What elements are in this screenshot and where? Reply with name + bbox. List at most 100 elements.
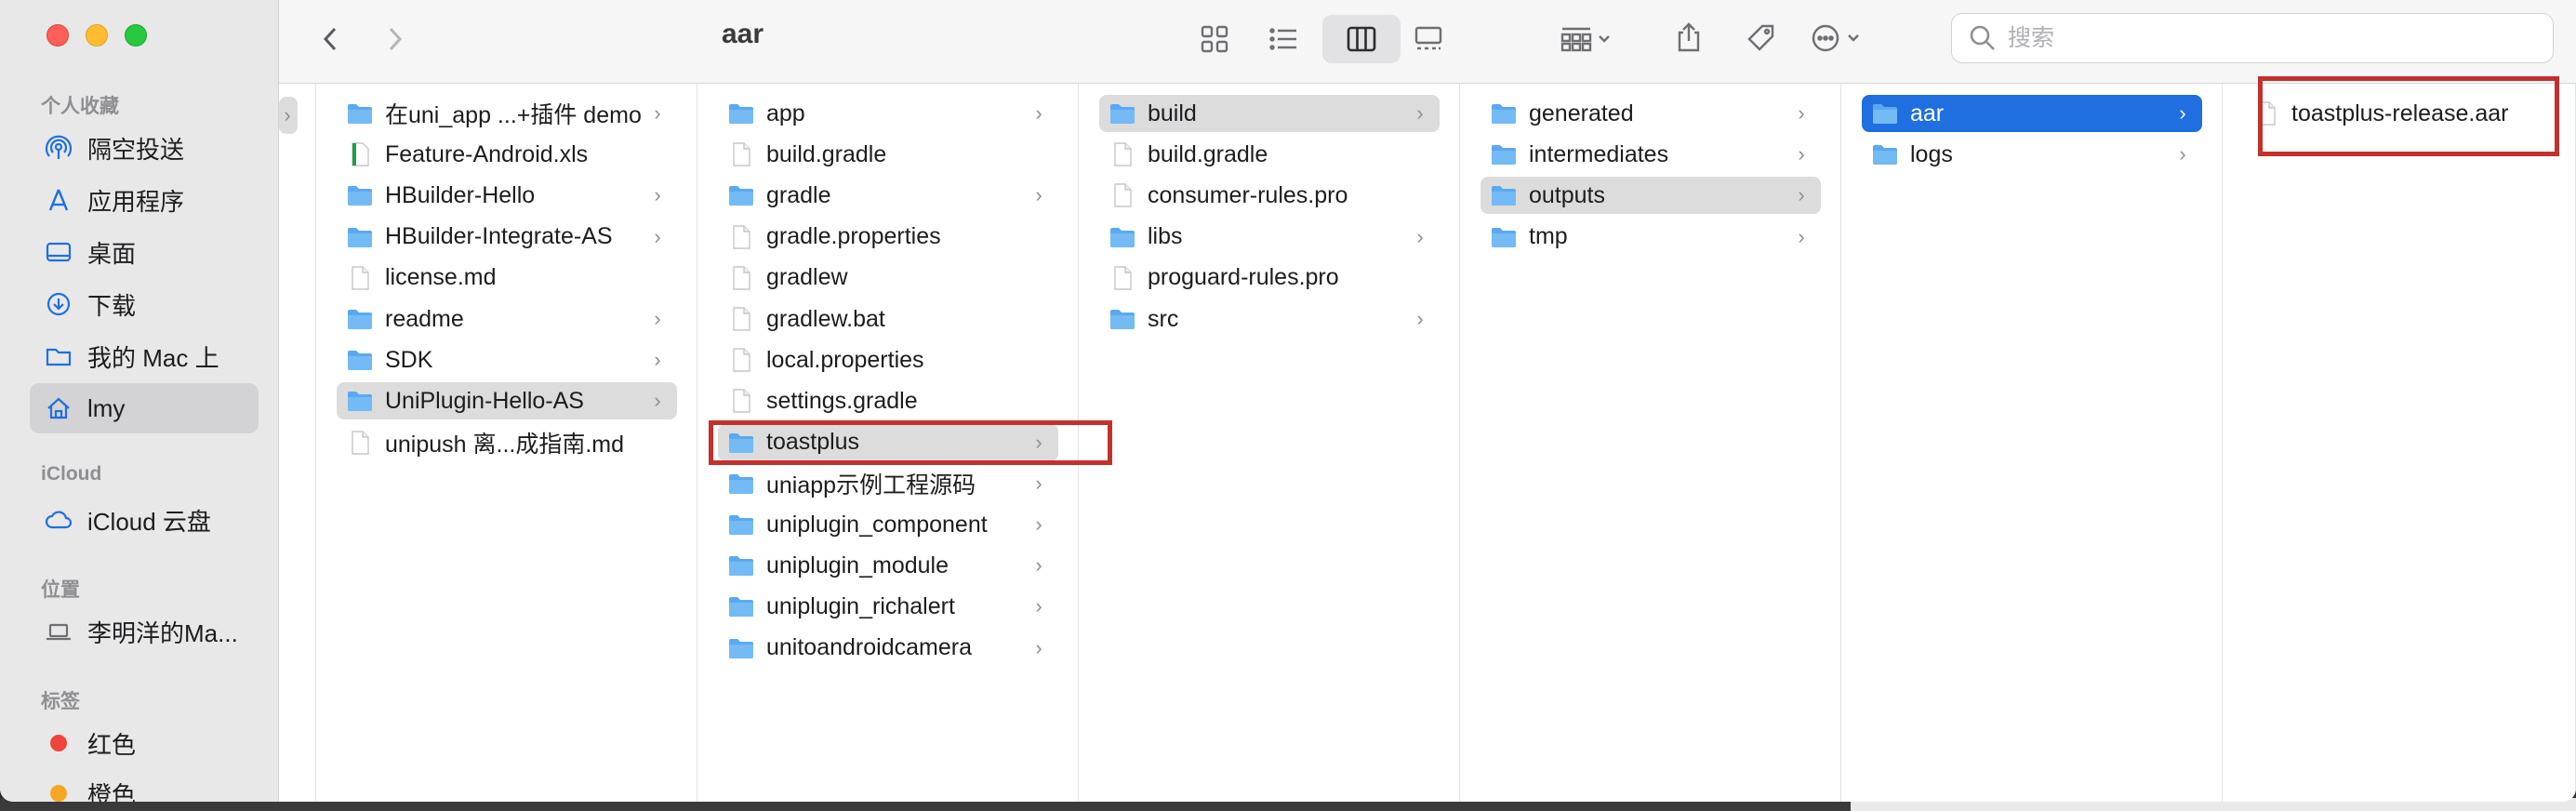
folder-icon (1492, 227, 1516, 247)
folder-item[interactable]: HBuilder-Integrate-AS › (337, 219, 677, 256)
folder-item[interactable]: uniapp示例工程源码 › (718, 465, 1058, 502)
sidebar-item-label: 橙色 (87, 780, 137, 803)
search-field[interactable] (1951, 13, 2554, 63)
finder-window: 个人收藏 隔空投送 应用程序 桌面 下载 我的 Mac 上 lmy iCloud (0, 0, 2576, 802)
applications-icon (43, 184, 74, 216)
item-name: build.gradle (1148, 140, 1268, 167)
sidebar-item-applications[interactable]: 应用程序 (30, 175, 259, 225)
item-name: Feature-Android.xls (385, 140, 589, 167)
column-view-button[interactable] (1322, 15, 1401, 63)
folder-item[interactable]: readme › (337, 300, 677, 338)
highlight-box-aar-file (2258, 76, 2559, 156)
folder-item[interactable]: uniplugin_component › (718, 506, 1058, 543)
sidebar-item-tag-red[interactable]: 红色 (30, 718, 259, 768)
tag-icon (1747, 24, 1774, 51)
file-item[interactable]: gradle.properties (718, 219, 1058, 256)
folder-icon (1873, 104, 1897, 124)
folder-item[interactable]: outputs › (1481, 177, 1821, 215)
folder-item[interactable]: uniplugin_richalert › (718, 588, 1058, 625)
file-item[interactable]: consumer-rules.pro (1099, 177, 1440, 214)
folder-item[interactable]: generated › (1481, 95, 1821, 132)
list-view-button[interactable] (1263, 19, 1304, 60)
file-item[interactable]: unipush 离...成指南.md (337, 424, 677, 461)
file-item[interactable]: build.gradle (718, 136, 1058, 173)
close-window-button[interactable] (46, 24, 69, 47)
chevron-right-icon: › (1035, 471, 1042, 495)
locations-header: 位置 (41, 579, 80, 601)
folder-icon (729, 597, 753, 618)
home-icon (43, 392, 74, 424)
tag-button[interactable] (1741, 17, 1782, 60)
desktop-icon (43, 236, 74, 268)
chevron-right-icon: › (654, 307, 661, 330)
folder-item[interactable]: app › (718, 95, 1058, 132)
sidebar-item-airdrop[interactable]: 隔空投送 (30, 123, 259, 173)
folder-item[interactable]: UniPlugin-Hello-AS › (337, 382, 677, 420)
folder-item[interactable]: intermediates › (1481, 136, 1821, 173)
item-name: local.properties (766, 346, 924, 373)
folder-item[interactable]: aar › (1862, 95, 2202, 132)
file-item[interactable]: local.properties (718, 341, 1058, 379)
folder-icon (1492, 145, 1516, 166)
folder-item[interactable]: gradle › (718, 177, 1058, 214)
sidebar-item-home[interactable]: lmy (30, 383, 259, 433)
item-name: gradlew.bat (766, 305, 885, 332)
downloads-icon (43, 288, 74, 320)
folder-icon (1110, 310, 1135, 329)
folder-icon (1492, 104, 1516, 124)
file-item[interactable]: settings.gradle (718, 382, 1058, 419)
chevron-right-icon: › (284, 103, 291, 126)
folder-icon (729, 473, 753, 494)
sidebar-item-my-mac[interactable]: 我的 Mac 上 (30, 331, 259, 381)
file-item[interactable]: build.gradle (1099, 136, 1440, 173)
sidebar-item-icloud-drive[interactable]: iCloud 云盘 (30, 495, 259, 545)
folder-item[interactable]: 在uni_app ...+插件 demo › (337, 95, 677, 132)
sidebar-item-label: 桌面 (87, 239, 137, 268)
folder-item[interactable]: unitoandroidcamera › (718, 630, 1058, 667)
more-actions-button[interactable] (1799, 17, 1877, 60)
sidebar-item-downloads[interactable]: 下载 (30, 279, 259, 329)
back-button[interactable] (312, 20, 350, 58)
folder-item[interactable]: libs › (1099, 219, 1440, 256)
folder-icon (729, 638, 753, 658)
icon-view-button[interactable] (1194, 19, 1235, 60)
item-name: 在uni_app ...+插件 demo (385, 102, 642, 128)
document-icon (733, 224, 750, 249)
folder-item[interactable]: build › (1099, 95, 1440, 132)
share-button[interactable] (1668, 15, 1709, 60)
chevron-right-icon: › (654, 224, 661, 248)
column-3: build › build.gradle consumer-rules.pro libs… (1079, 84, 1460, 802)
folder-item[interactable]: SDK › (337, 341, 677, 379)
forward-button[interactable] (376, 20, 413, 58)
file-item[interactable]: Feature-Android.xls (337, 136, 677, 173)
folder-icon (43, 340, 74, 372)
folder-item[interactable]: tmp › (1481, 219, 1821, 256)
gallery-view-button[interactable] (1408, 19, 1449, 60)
sidebar-item-tag-orange[interactable]: 橙色 (30, 768, 259, 802)
zoom-window-button[interactable] (125, 24, 147, 47)
file-item[interactable]: license.md (337, 259, 677, 297)
window-title: aar (722, 19, 764, 49)
sidebar-item-mac[interactable]: 李明洋的Ma... (30, 606, 259, 657)
folder-item[interactable]: logs › (1862, 136, 2202, 173)
folder-item[interactable]: uniplugin_module › (718, 547, 1058, 584)
document-icon (1114, 142, 1132, 166)
folder-icon (729, 186, 753, 206)
list-item[interactable]: › (279, 97, 298, 134)
column-5: aar › logs › (1841, 84, 2223, 802)
airdrop-icon (43, 132, 74, 164)
file-item[interactable]: gradlew (718, 259, 1058, 297)
favorites-header: 个人收藏 (41, 96, 119, 117)
item-name: gradle.properties (766, 223, 941, 250)
sidebar-item-desktop[interactable]: 桌面 (30, 227, 259, 277)
folder-item[interactable]: src › (1099, 300, 1440, 338)
search-input[interactable] (2008, 24, 2529, 52)
group-by-button[interactable] (1549, 19, 1624, 60)
minimize-window-button[interactable] (86, 24, 108, 47)
item-name: HBuilder-Hello (385, 181, 536, 208)
file-item[interactable]: proguard-rules.pro (1099, 259, 1440, 297)
item-name: build.gradle (766, 140, 887, 167)
item-name: tmp (1529, 223, 1568, 250)
folder-item[interactable]: HBuilder-Hello › (337, 177, 677, 214)
file-item[interactable]: gradlew.bat (718, 300, 1058, 338)
